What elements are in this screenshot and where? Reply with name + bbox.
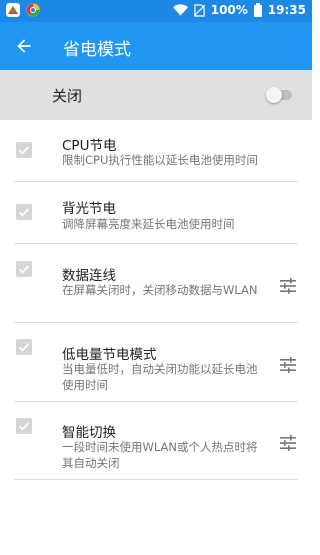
option-title: 数据连线 [62, 268, 116, 284]
smart-switch-checkbox[interactable] [16, 418, 32, 434]
option-cpu-saving[interactable]: CPU节电 限制CPU执行性能以延长电池使用时间 [0, 120, 312, 182]
checkmark-icon [18, 422, 30, 431]
tune-settings-icon[interactable] [278, 433, 298, 453]
option-title: 背光节电 [62, 201, 116, 217]
battery-icon [253, 3, 262, 17]
arrow-left-icon [17, 39, 31, 53]
option-backlight-saving[interactable]: 背光节电 调降屏幕亮度来延长电池使用时间 [0, 182, 312, 244]
browser-icon [26, 3, 40, 17]
option-title: CPU节电 [62, 138, 117, 154]
master-switch-row[interactable]: 关闭 [0, 70, 312, 120]
power-saving-options-list: CPU节电 限制CPU执行性能以延长电池使用时间 背光节电 调降屏幕亮度来延长电… [0, 120, 312, 480]
tune-settings-icon[interactable] [278, 276, 298, 296]
app-icon [6, 3, 20, 17]
cpu-saving-checkbox[interactable] [16, 142, 32, 158]
option-title: 智能切换 [62, 425, 116, 441]
low-battery-mode-checkbox[interactable] [16, 339, 32, 355]
tune-settings-icon[interactable] [278, 355, 298, 375]
back-button[interactable] [12, 34, 36, 58]
status-bar: 100% 19:35 [0, 0, 312, 22]
backlight-saving-checkbox[interactable] [16, 204, 32, 220]
clock: 19:35 [267, 3, 306, 17]
master-toggle-switch[interactable] [266, 86, 294, 104]
checkmark-icon [18, 265, 30, 274]
wifi-icon [172, 4, 188, 16]
option-description: 调降屏幕亮度来延长电池使用时间 [62, 217, 235, 231]
divider [14, 479, 298, 480]
page-title: 省电模式 [63, 40, 131, 60]
switch-thumb [266, 87, 282, 103]
app-bar: 省电模式 [0, 22, 312, 70]
option-description: 限制CPU执行性能以延长电池使用时间 [62, 153, 258, 167]
option-title: 低电量节电模式 [62, 347, 157, 363]
option-description: 一段时间未使用WLAN或个人热点时将其自动关闭 [62, 440, 258, 470]
checkmark-icon [18, 343, 30, 352]
checkmark-icon [18, 146, 30, 155]
system-icons: 100% 19:35 [172, 3, 306, 17]
checkmark-icon [18, 208, 30, 217]
data-connection-checkbox[interactable] [16, 261, 32, 277]
battery-percent: 100% [210, 3, 248, 17]
notification-icons [6, 3, 40, 17]
option-data-connection[interactable]: 数据连线 在屏幕关闭时，关闭移动数据与WLAN [0, 244, 312, 323]
option-low-battery-mode[interactable]: 低电量节电模式 当电量低时，自动关闭功能以延长电池使用时间 [0, 323, 312, 402]
option-description: 在屏幕关闭时，关闭移动数据与WLAN [62, 283, 258, 297]
option-description: 当电量低时，自动关闭功能以延长电池使用时间 [62, 362, 258, 392]
master-switch-label: 关闭 [52, 87, 83, 105]
no-sim-icon [193, 3, 205, 17]
option-smart-switch[interactable]: 智能切换 一段时间未使用WLAN或个人热点时将其自动关闭 [0, 402, 312, 480]
